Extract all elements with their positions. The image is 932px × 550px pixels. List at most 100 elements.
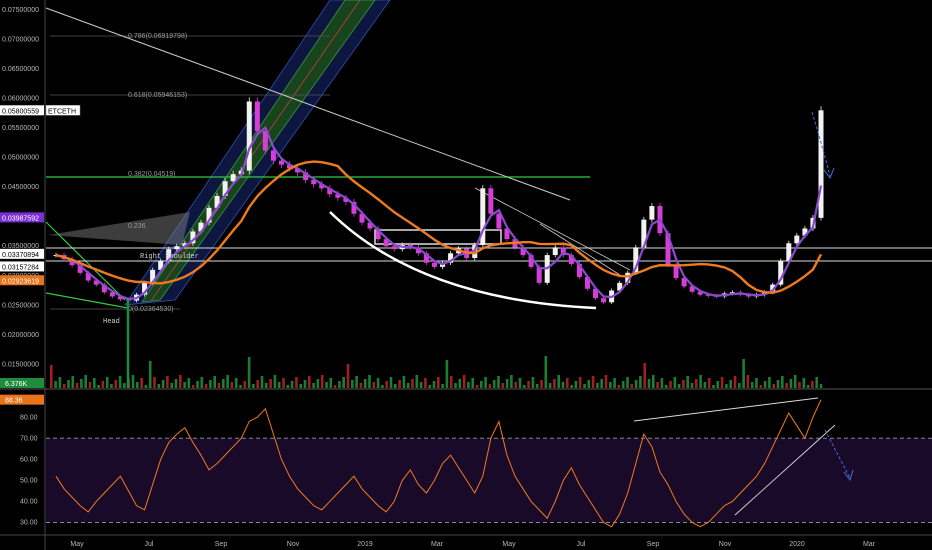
price-tick-label: 0.06000000 [2,96,39,103]
price-tick-label: 0.07000000 [2,36,39,43]
time-tick-label: May [502,541,516,548]
volume-bar [540,380,543,388]
price-tick-label: 0.06500000 [2,66,39,73]
volume-bar [699,375,702,388]
volume-bar [523,385,526,388]
volume-bar [428,385,431,388]
volume-bar [712,385,715,388]
volume-bar [243,381,247,388]
tradingview-chart[interactable]: 0.015000000.020000000.025000000.03000000… [0,0,932,550]
volume-bar [467,382,470,388]
volume-bar [256,380,259,388]
volume-bar [187,378,191,388]
price-tick-label: 0.04500000 [2,184,39,191]
volume-bar [252,384,255,388]
volume-bar [475,385,479,388]
volume-bar [682,380,685,388]
volume-bar [277,382,281,388]
candle-body [254,101,260,132]
volume-bar [535,384,539,388]
volume-bar [136,382,139,388]
volume-bar [492,380,496,388]
volume-bar [415,375,419,388]
fib-236-label: 0.236 [128,223,146,230]
price-tick-label: 0.01500000 [2,361,39,368]
volume-bar [746,375,750,388]
volume-bar [200,377,204,388]
volume-bar [71,376,75,388]
candle-body [649,206,655,220]
candle-body [673,265,679,279]
volume-bar [166,376,169,388]
volume-bar [148,361,152,388]
head-label: Head [103,318,120,326]
volume-bar [398,380,401,388]
volume-tag-label: 6.376K [5,381,28,388]
volume-bar [755,378,758,388]
volume-bar [230,382,234,388]
volume-bar [488,384,492,388]
price-tick-label: 0.05500000 [2,125,39,132]
volume-bar [497,376,500,388]
volume-bar [639,376,642,388]
volume-bar [707,378,711,388]
volume-bar [303,380,307,388]
rsi-tick-label: 50.00 [20,477,38,484]
projection-arrow-head-price [823,167,835,180]
volume-bar [432,381,436,388]
rsi-tick-label: 40.00 [20,498,38,505]
volume-bar [153,377,156,388]
volume-bar [54,381,57,388]
volume-bar [690,383,694,388]
volume-bar [480,381,483,388]
volume-bar [402,376,406,388]
green-trendline-2 [45,292,129,309]
volume-bar [329,378,333,388]
price-tag-label: 0.03987592 [2,215,39,222]
candle-body [391,246,397,250]
volume-bar [471,378,474,388]
volume-bar [325,382,328,388]
right-shoulder-label: Right Shoulder [140,253,199,261]
volume-bar [316,379,320,388]
volume-bar [368,375,371,388]
volume-bar [209,380,212,388]
symbol-tag-label: ETCETH [48,108,76,115]
volume-bar [282,378,285,388]
volume-bar [733,376,737,388]
volume-bar [802,378,806,388]
price-tick-label: 0.07500000 [2,7,39,14]
volume-bar [806,385,810,388]
fib-618-label: 0.618(0.05946153) [128,92,187,99]
chart-svg: 0.015000000.020000000.025000000.03000000… [0,0,932,550]
price-tick-label: 0.02000000 [2,332,39,339]
volume-bar [174,379,178,388]
volume-bar [742,359,745,388]
volume-bar [514,382,517,388]
volume-bar [518,378,522,388]
volume-bar [419,382,423,388]
volume-bar [763,381,767,388]
volume-bar [406,383,410,388]
volume-bar [179,375,182,388]
candle-body [601,298,607,303]
volume-bar [738,383,741,388]
volume-bar [97,385,100,388]
volume-bar [157,384,161,388]
price-tag-label: 0.03370894 [2,252,39,259]
volume-bar [191,385,195,388]
volume-bar [445,360,449,388]
time-tick-label: Jul [145,541,154,548]
time-tick-label: Nov [719,541,732,548]
volume-bar [441,384,444,388]
volume-bar [75,383,79,388]
volume-bar [88,382,92,388]
candle-body [488,188,494,214]
volume-bar [204,384,208,388]
volume-bar [501,383,505,388]
rsi-trendline-upper [633,397,819,422]
volume-bar [462,375,466,388]
volume-bar [338,381,341,388]
volume-bar [669,381,672,388]
volume-bar [286,385,290,388]
